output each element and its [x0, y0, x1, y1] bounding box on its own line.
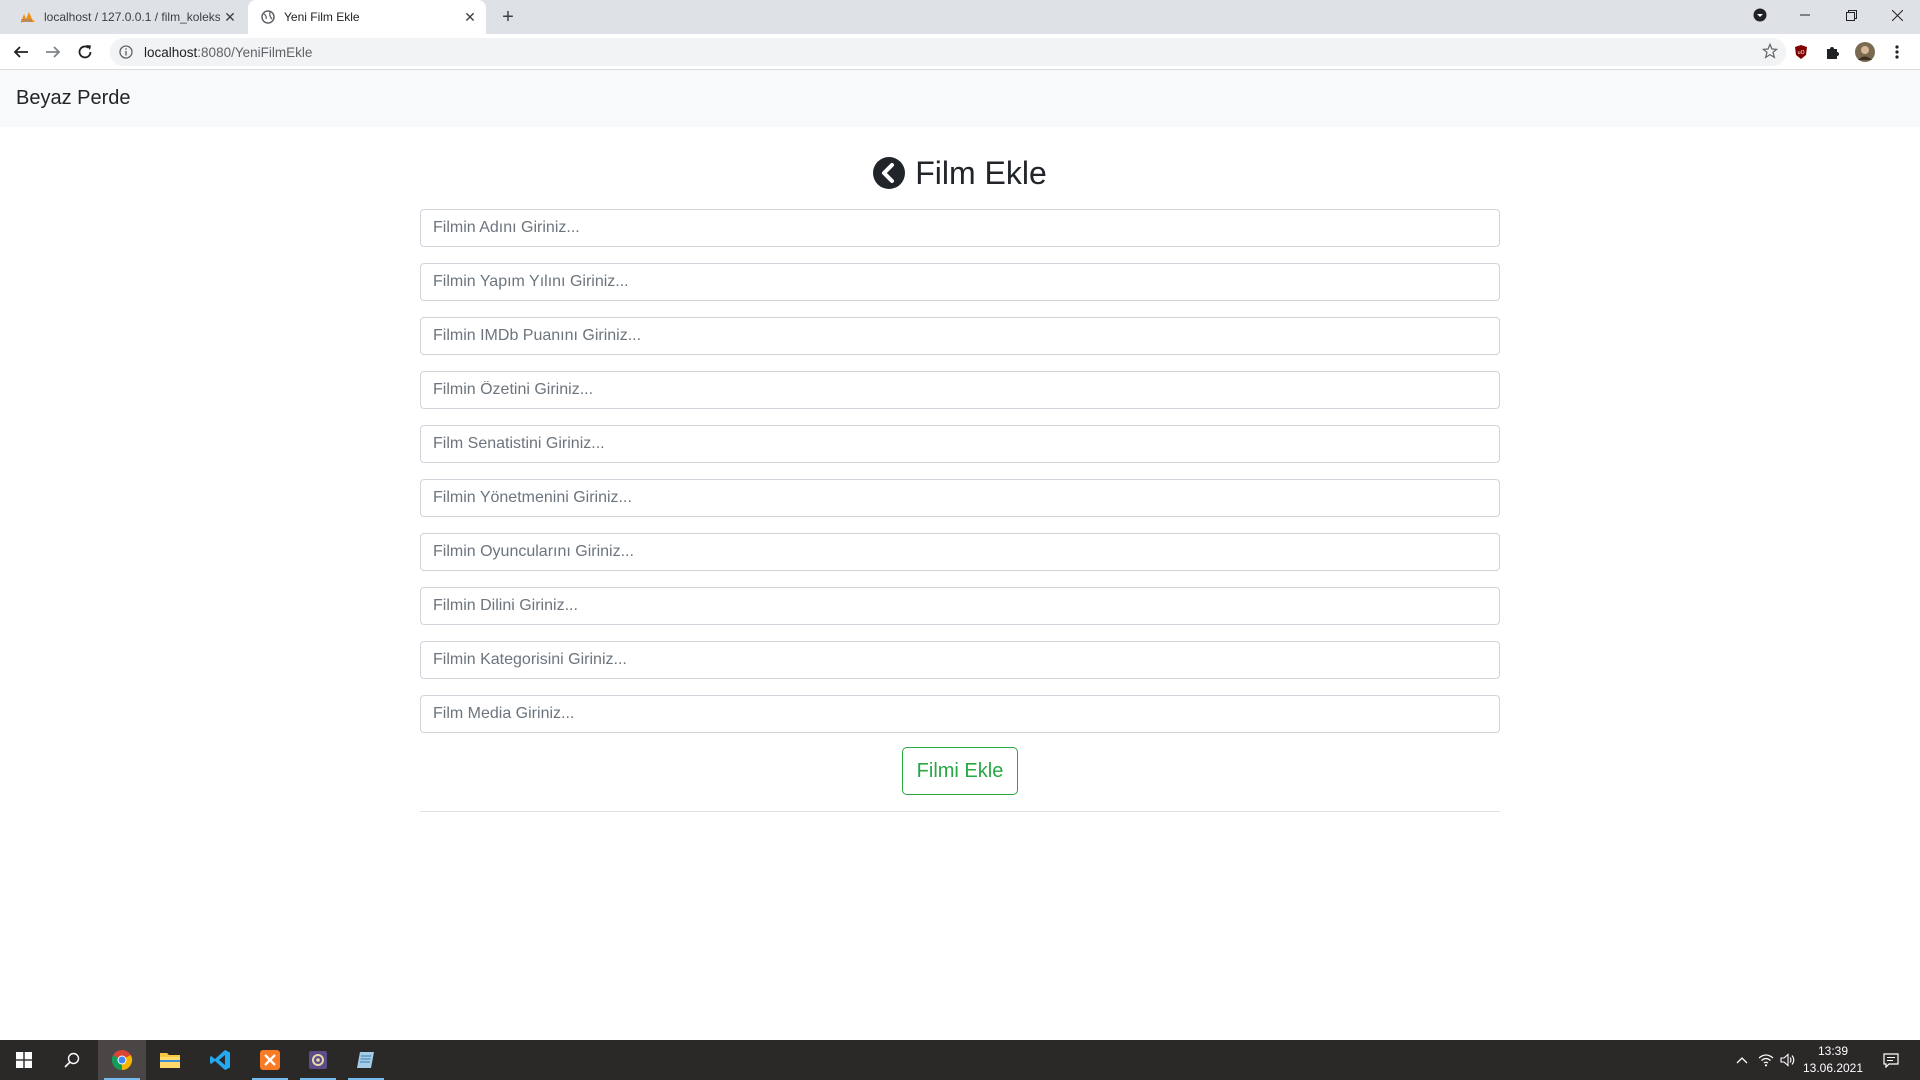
page-heading: Film Ekle: [420, 151, 1500, 195]
notepad-icon[interactable]: [342, 1040, 390, 1080]
clock-time: 13:39: [1817, 1044, 1849, 1058]
start-icon[interactable]: [0, 1040, 48, 1080]
close-window-icon[interactable]: [1874, 0, 1920, 30]
film-media-input[interactable]: [420, 695, 1500, 733]
tab-yeni-film-ekle[interactable]: Yeni Film Ekle ✕: [248, 0, 486, 34]
submit-row: Filmi Ekle: [420, 747, 1500, 795]
film-language-input[interactable]: [420, 587, 1500, 625]
film-year-input[interactable]: [420, 263, 1500, 301]
back-arrow-icon[interactable]: [8, 39, 34, 65]
film-screenwriter-input[interactable]: [420, 425, 1500, 463]
notification-center-icon[interactable]: [1874, 1040, 1908, 1080]
browser-toolbar: localhost:8080/YeniFilmEkle uO: [0, 34, 1920, 70]
file-explorer-icon[interactable]: [146, 1040, 194, 1080]
reload-icon[interactable]: [72, 39, 98, 65]
add-film-form: Filmi Ekle: [420, 209, 1500, 795]
address-bar[interactable]: localhost:8080/YeniFilmEkle: [110, 38, 1786, 66]
site-navbar: Beyaz Perde: [0, 70, 1920, 127]
chevron-up-icon[interactable]: [1730, 1040, 1754, 1080]
divider: [420, 811, 1500, 812]
search-icon[interactable]: [48, 1040, 96, 1080]
film-imdb-input[interactable]: [420, 317, 1500, 355]
film-cast-input[interactable]: [420, 533, 1500, 571]
minimize-icon[interactable]: [1782, 0, 1828, 30]
film-summary-input[interactable]: [420, 371, 1500, 409]
bookmark-star-icon[interactable]: [1761, 42, 1779, 62]
svg-text:uO: uO: [1798, 50, 1805, 56]
svg-text:pma: pma: [21, 18, 32, 23]
forward-arrow-icon[interactable]: [40, 39, 66, 65]
ublock-icon[interactable]: uO: [1790, 41, 1812, 63]
profile-menu-icon[interactable]: [1737, 0, 1783, 30]
url-host: localhost: [144, 44, 198, 60]
new-tab-button[interactable]: +: [496, 5, 520, 29]
avatar[interactable]: [1854, 41, 1876, 63]
clock-date: 13.06.2021: [1802, 1061, 1864, 1075]
chrome-menu-icon[interactable]: [1886, 41, 1908, 63]
chevron-circle-left-icon[interactable]: [873, 157, 906, 189]
chrome-icon[interactable]: [98, 1040, 146, 1080]
url-path: :8080/YeniFilmEkle: [197, 44, 313, 60]
film-director-input[interactable]: [420, 479, 1500, 517]
browser-tab-strip: pma localhost / 127.0.0.1 / film_koleks …: [0, 0, 1920, 34]
xampp-icon[interactable]: [246, 1040, 294, 1080]
tab-title: Yeni Film Ekle: [284, 10, 360, 24]
add-film-button[interactable]: Filmi Ekle: [902, 747, 1018, 795]
globe-icon: [260, 9, 276, 25]
main-content: Film Ekle Filmi Ekle: [420, 127, 1500, 812]
taskbar: 13:39 13.06.2021: [0, 1040, 1920, 1080]
film-category-input[interactable]: [420, 641, 1500, 679]
network-icon[interactable]: [1754, 1040, 1778, 1080]
close-tab-icon[interactable]: ✕: [220, 7, 240, 27]
extensions-puzzle-icon[interactable]: [1822, 41, 1844, 63]
film-name-input[interactable]: [420, 209, 1500, 247]
tab-phpmyadmin[interactable]: pma localhost / 127.0.0.1 / film_koleks …: [8, 0, 246, 34]
close-tab-icon[interactable]: ✕: [460, 7, 480, 27]
page-title: Film Ekle: [915, 154, 1047, 191]
phpmyadmin-icon: pma: [20, 9, 36, 25]
navbar-brand[interactable]: Beyaz Perde: [16, 87, 131, 110]
app-icon[interactable]: [294, 1040, 342, 1080]
taskbar-clock[interactable]: 13:39 13.06.2021: [1796, 1043, 1870, 1077]
restore-icon[interactable]: [1828, 0, 1874, 30]
info-icon[interactable]: [118, 44, 134, 60]
vscode-icon[interactable]: [196, 1040, 244, 1080]
tab-title: localhost / 127.0.0.1 / film_koleks: [44, 10, 220, 24]
